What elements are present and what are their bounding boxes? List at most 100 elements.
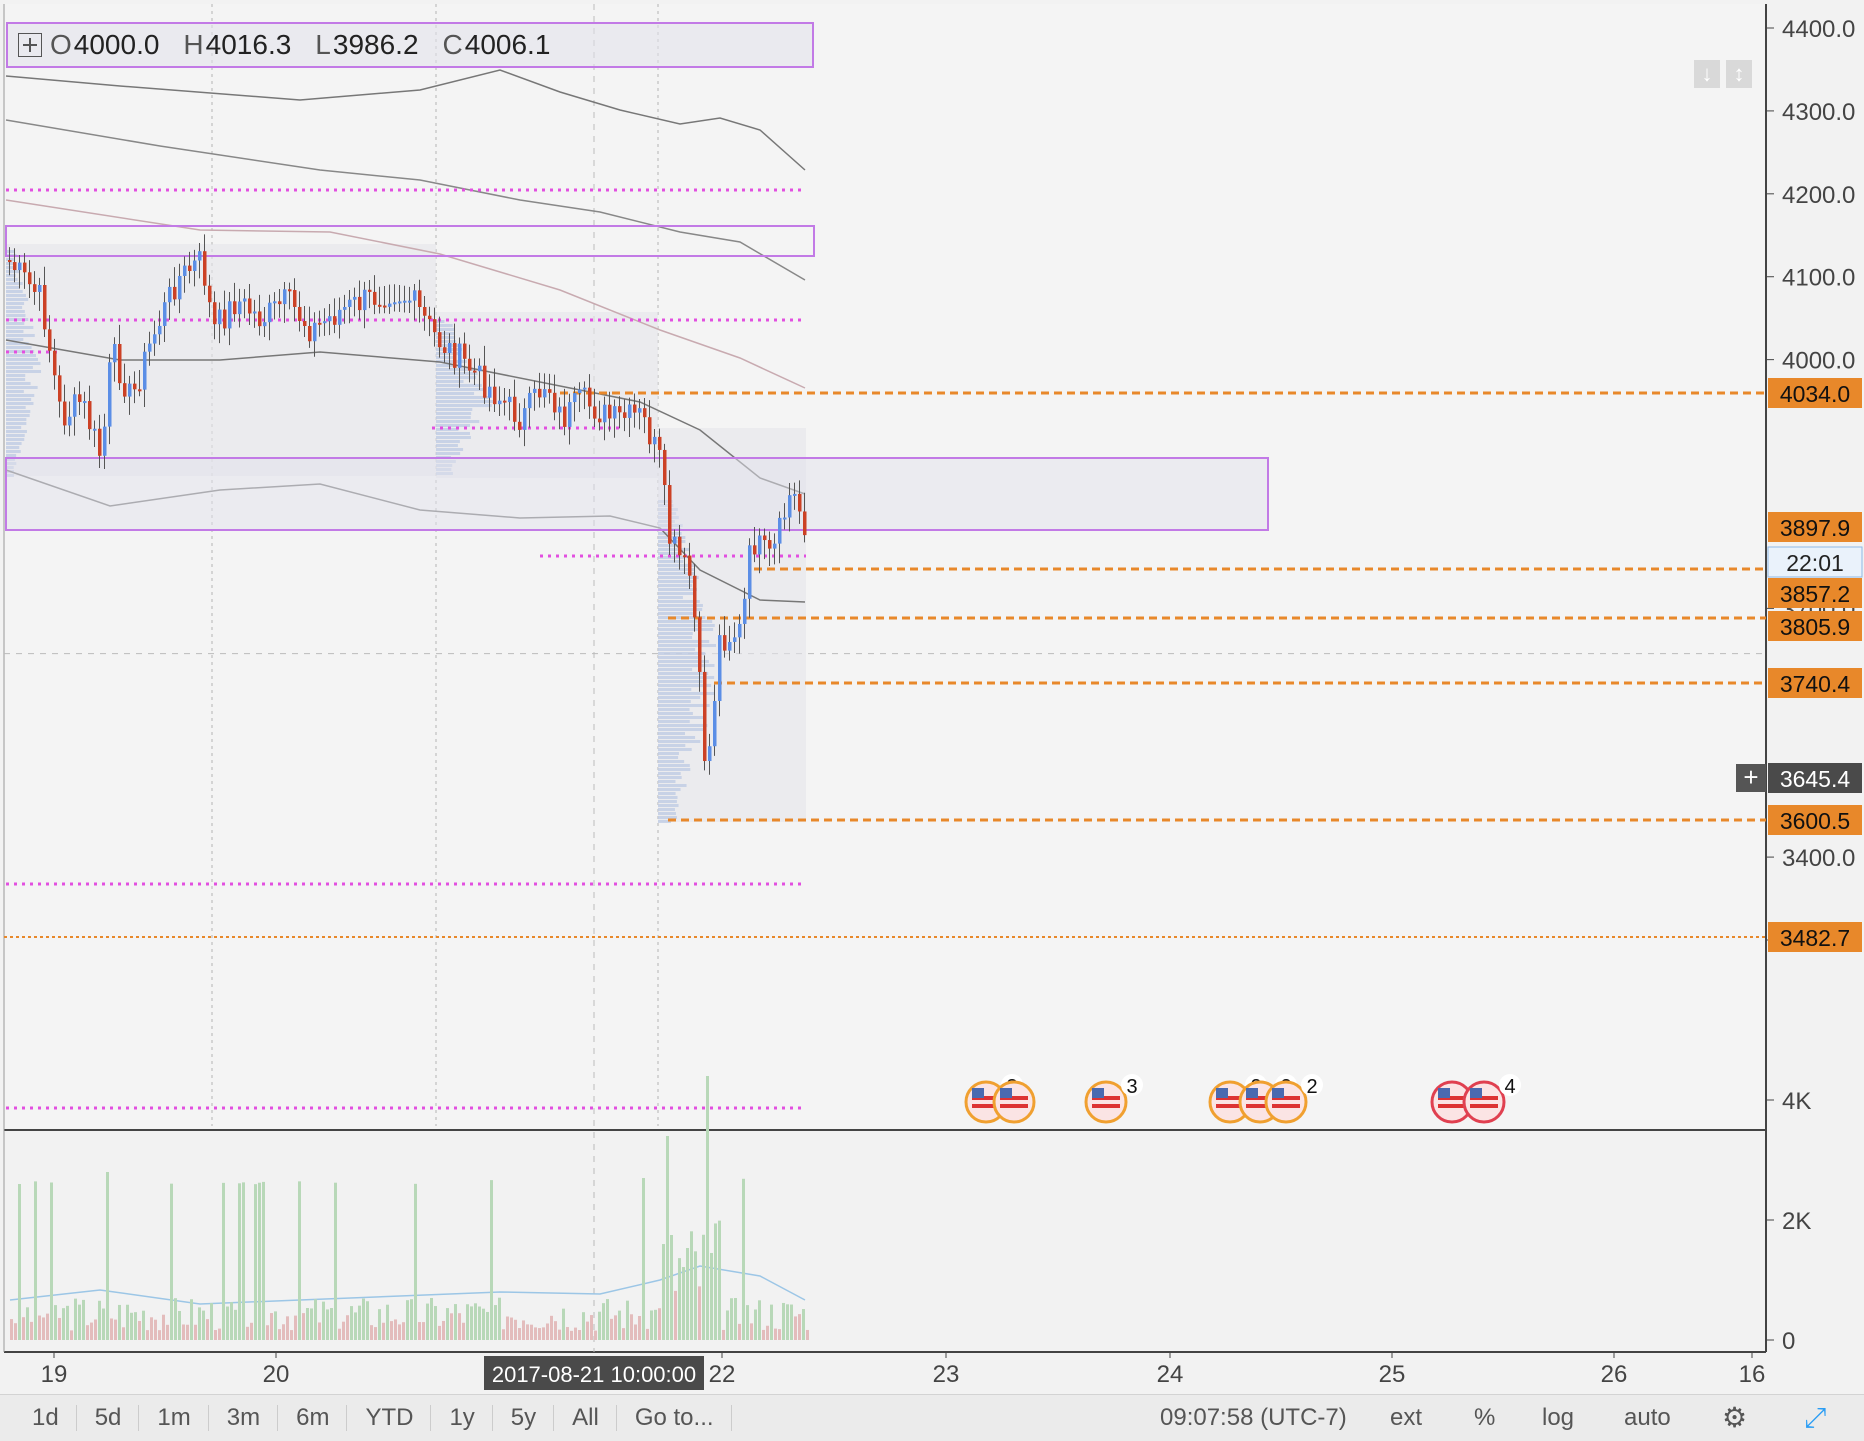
volume-bar	[710, 1252, 713, 1340]
range-1y-button[interactable]: 1y	[431, 1395, 494, 1441]
price-tag-label: 3645.4	[1780, 766, 1851, 792]
candle-body	[233, 301, 237, 315]
candle-body	[373, 291, 377, 305]
volume-bar	[806, 1329, 809, 1340]
volume-bar	[798, 1314, 801, 1340]
volume-bar	[598, 1311, 601, 1340]
event-count: 4	[1504, 1076, 1515, 1098]
volume-bar	[246, 1326, 249, 1340]
profile-bar	[658, 640, 710, 643]
demand-zone-box[interactable]	[5, 457, 1269, 531]
volume-bar	[770, 1304, 773, 1340]
percent-toggle[interactable]: %	[1474, 1395, 1495, 1441]
volume-bar	[94, 1319, 97, 1340]
price-tick-label: 4200.0	[1782, 182, 1855, 209]
flag-stripe	[1272, 1104, 1300, 1108]
volume-bar	[186, 1324, 189, 1340]
volume-bar	[754, 1309, 757, 1340]
candle-body	[618, 406, 622, 413]
price-tick-label: 4300.0	[1782, 99, 1855, 126]
volume-bar	[486, 1311, 489, 1340]
time-tick-label: 22	[709, 1361, 736, 1388]
candle-body	[413, 290, 417, 301]
candle-body	[803, 511, 807, 536]
profile-bar	[6, 430, 27, 433]
candle-body	[438, 332, 442, 348]
add-alert-icon[interactable]: +	[1736, 764, 1766, 792]
volume-bar	[326, 1309, 329, 1340]
auto-toggle[interactable]: auto	[1624, 1395, 1671, 1441]
profile-bar	[436, 416, 471, 419]
volume-bar	[418, 1322, 421, 1340]
range-1d-button[interactable]: 1d	[0, 1395, 77, 1441]
expand-icon[interactable]	[18, 33, 42, 57]
volume-bar	[70, 1330, 73, 1340]
volume-bar	[466, 1304, 469, 1340]
settings-gear-icon[interactable]: ⚙	[1722, 1395, 1747, 1441]
volume-bar	[554, 1321, 557, 1340]
price-chart[interactable]: 332224 4400.04300.04200.04100.04000.0370…	[0, 0, 1864, 1440]
log-toggle[interactable]: log	[1542, 1395, 1574, 1441]
volume-bar	[610, 1318, 613, 1340]
flag-canton	[1272, 1088, 1284, 1098]
volume-bar	[218, 1328, 221, 1340]
range-3m-button[interactable]: 3m	[209, 1395, 279, 1441]
range-ytd-button[interactable]: YTD	[347, 1395, 432, 1441]
profile-bar	[658, 664, 715, 667]
profile-bar	[436, 324, 453, 327]
candle-body	[718, 635, 722, 702]
goto-button[interactable]: Go to...	[617, 1395, 732, 1441]
candle-body	[488, 386, 492, 398]
profile-bar	[658, 808, 675, 811]
candle-body	[403, 300, 407, 303]
profile-bar	[658, 680, 703, 683]
candle-body	[593, 406, 597, 419]
volume-bar	[166, 1324, 169, 1340]
range-5y-button[interactable]: 5y	[493, 1395, 555, 1441]
event-flag-icon[interactable]	[992, 1080, 1036, 1124]
volume-bar	[558, 1329, 561, 1340]
candle-body	[683, 555, 687, 558]
volume-bar	[586, 1321, 589, 1340]
fullscreen-icon[interactable]: ⤢	[1804, 1395, 1826, 1441]
scroll-expand-icon[interactable]: ↕	[1726, 60, 1752, 88]
volume-bar	[350, 1306, 353, 1340]
volume-bar	[386, 1304, 389, 1340]
profile-bar	[6, 418, 27, 421]
volume-bar	[426, 1303, 429, 1340]
candle-body	[113, 344, 117, 363]
candle-body	[783, 517, 787, 520]
candle-body	[678, 536, 682, 556]
range-5d-button[interactable]: 5d	[77, 1395, 140, 1441]
volume-bar	[66, 1305, 69, 1340]
candle-body	[298, 306, 302, 322]
volume-bar	[82, 1299, 85, 1340]
scroll-down-icon[interactable]: ↓	[1694, 60, 1720, 88]
volume-bar	[30, 1321, 33, 1340]
candle-body	[788, 495, 792, 518]
volume-bar	[622, 1328, 625, 1340]
candle-body	[473, 370, 477, 373]
volume-bar	[114, 1319, 117, 1340]
range-all-button[interactable]: All	[554, 1395, 617, 1441]
profile-bar	[436, 396, 489, 399]
candle-body	[288, 289, 292, 292]
volume-bar	[42, 1317, 45, 1340]
candle-body	[168, 286, 172, 303]
candle-body	[323, 321, 327, 324]
volume-bar	[222, 1182, 225, 1340]
range-1m-button[interactable]: 1m	[139, 1395, 210, 1441]
profile-bar	[6, 422, 27, 425]
candle-body	[38, 285, 42, 292]
candle-body	[8, 260, 12, 263]
volume-bar	[514, 1319, 517, 1340]
profile-bar	[6, 386, 38, 389]
profile-bar	[658, 628, 714, 631]
flag-canton	[1216, 1088, 1228, 1098]
profile-bar	[658, 656, 702, 659]
range-6m-button[interactable]: 6m	[278, 1395, 348, 1441]
candle-body	[18, 262, 22, 271]
candle-body	[703, 671, 707, 762]
ext-toggle[interactable]: ext	[1390, 1395, 1422, 1441]
volume-bar	[550, 1315, 553, 1340]
